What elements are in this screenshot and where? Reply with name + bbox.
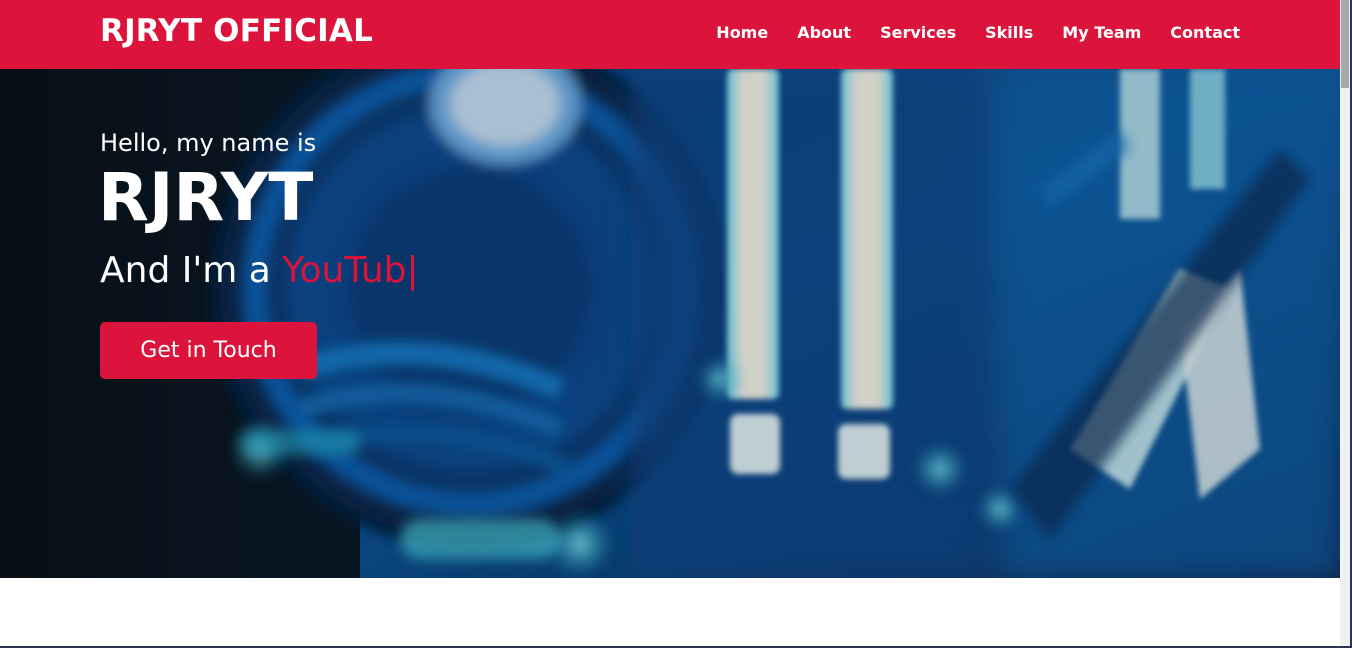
nav-link-my-team[interactable]: My Team xyxy=(1062,23,1141,42)
scrollbar-thumb[interactable] xyxy=(1341,0,1349,88)
page: RJRYT OFFICIAL Home About Services Skill… xyxy=(0,0,1352,648)
hero-role-prefix: And I'm a xyxy=(100,250,283,291)
nav-item-contact: Contact xyxy=(1170,23,1240,42)
nav-menu: Home About Services Skills My Team Conta… xyxy=(687,23,1240,42)
nav-link-skills[interactable]: Skills xyxy=(985,23,1033,42)
nav-link-contact[interactable]: Contact xyxy=(1170,23,1240,42)
get-in-touch-button[interactable]: Get in Touch xyxy=(100,322,317,379)
nav-item-my-team: My Team xyxy=(1062,23,1141,42)
hero-name: RJRYT xyxy=(98,159,314,236)
nav-item-home: Home xyxy=(716,23,768,42)
nav-item-skills: Skills xyxy=(985,23,1033,42)
navbar: RJRYT OFFICIAL Home About Services Skill… xyxy=(0,0,1340,69)
nav-item-services: Services xyxy=(880,23,956,42)
brand-logo[interactable]: RJRYT OFFICIAL xyxy=(100,13,373,49)
nav-link-about[interactable]: About xyxy=(797,23,851,42)
nav-item-about: About xyxy=(797,23,851,42)
scrollbar-track[interactable] xyxy=(1340,0,1350,646)
typing-cursor: | xyxy=(406,250,419,291)
hero-role-line: And I'm a YouTub| xyxy=(100,253,419,289)
next-section xyxy=(0,578,1340,646)
hero-role-typed: YouTub xyxy=(282,250,407,291)
nav-link-home[interactable]: Home xyxy=(716,23,768,42)
nav-link-services[interactable]: Services xyxy=(880,23,956,42)
hero-greeting: Hello, my name is xyxy=(100,129,317,157)
hero-section: Hello, my name is RJRYT And I'm a YouTub… xyxy=(0,69,1340,578)
